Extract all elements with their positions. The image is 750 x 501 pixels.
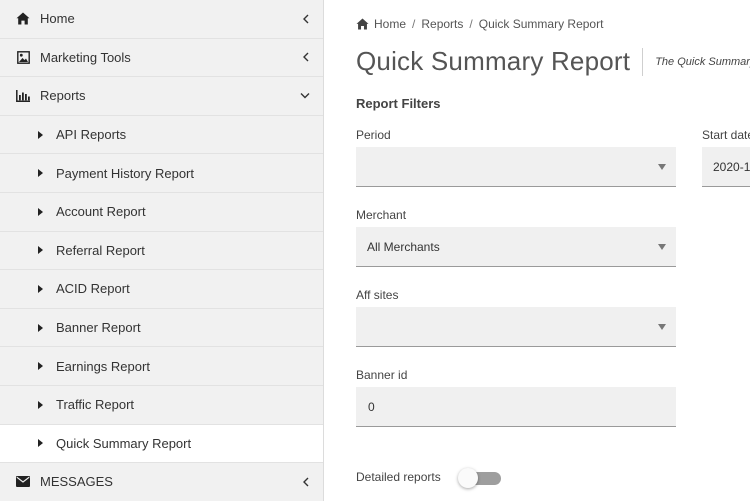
sidebar-item-earnings-report[interactable]: Earnings Report [0, 347, 323, 386]
sidebar-item-referral-report[interactable]: Referral Report [0, 232, 323, 271]
start-date-value: 2020-10 [713, 159, 750, 174]
merchant-select[interactable]: All Merchants [356, 227, 676, 267]
toggle-knob [458, 468, 478, 488]
dropdown-caret-icon [658, 163, 666, 170]
chevron-left-icon [300, 52, 310, 62]
dropdown-caret-icon [658, 243, 666, 250]
caret-right-icon [38, 439, 43, 448]
sidebar-item-home[interactable]: Home [0, 0, 323, 39]
main-content: Home / Reports / Quick Summary Report Qu… [325, 0, 750, 501]
detailed-reports-label: Detailed reports [356, 470, 441, 484]
merchant-value: All Merchants [367, 239, 440, 254]
caret-right-icon [38, 323, 43, 332]
title-row: Quick Summary Report The Quick Summary R… [356, 46, 750, 77]
breadcrumb-home-link[interactable]: Home [374, 17, 406, 31]
chevron-left-icon [300, 477, 310, 487]
sidebar-item-label: Marketing Tools [40, 49, 131, 65]
caret-right-icon [38, 246, 43, 255]
sidebar: Home Marketing Tools Reports API Reports… [0, 0, 324, 501]
breadcrumb-reports-link[interactable]: Reports [421, 17, 463, 31]
sidebar-item-label: Banner Report [56, 320, 141, 336]
chevron-left-icon [300, 14, 310, 24]
sidebar-item-label: Account Report [56, 204, 146, 220]
sidebar-item-messages[interactable]: MESSAGES [0, 463, 323, 501]
banner-id-value: 0 [368, 399, 375, 414]
sidebar-item-reports[interactable]: Reports [0, 77, 323, 116]
dropdown-caret-icon [658, 323, 666, 330]
detailed-reports-toggle[interactable] [458, 468, 506, 488]
bar-chart-icon [16, 89, 30, 103]
caret-right-icon [38, 400, 43, 409]
caret-right-icon [38, 207, 43, 216]
caret-right-icon [38, 284, 43, 293]
home-icon[interactable] [356, 18, 369, 30]
breadcrumb: Home / Reports / Quick Summary Report [356, 17, 603, 31]
aff-sites-label: Aff sites [356, 288, 399, 302]
report-filters-heading: Report Filters [356, 96, 441, 111]
sidebar-item-payment-history-report[interactable]: Payment History Report [0, 154, 323, 193]
sidebar-item-label: API Reports [56, 127, 127, 143]
period-select[interactable] [356, 147, 676, 187]
caret-right-icon [38, 130, 43, 139]
sidebar-item-label: Traffic Report [56, 397, 135, 413]
chevron-down-icon [300, 91, 310, 101]
sidebar-item-quick-summary-report[interactable]: Quick Summary Report [0, 424, 323, 464]
sidebar-item-traffic-report[interactable]: Traffic Report [0, 386, 323, 425]
sidebar-item-label: Payment History Report [56, 165, 194, 181]
caret-right-icon [38, 169, 43, 178]
start-date-label: Start date [702, 128, 750, 142]
sidebar-item-account-report[interactable]: Account Report [0, 193, 323, 232]
home-icon [16, 12, 30, 26]
sidebar-item-label: Earnings Report [56, 358, 150, 374]
sidebar-item-banner-report[interactable]: Banner Report [0, 309, 323, 348]
sidebar-item-label: MESSAGES [40, 474, 113, 490]
sidebar-item-api-reports[interactable]: API Reports [0, 116, 323, 155]
page-subtitle: The Quick Summary Repo [655, 55, 750, 68]
breadcrumb-separator: / [469, 17, 473, 31]
breadcrumb-separator: / [412, 17, 416, 31]
sidebar-item-label: Referral Report [56, 242, 145, 258]
sidebar-item-label: Reports [40, 88, 86, 104]
sidebar-item-label: Quick Summary Report [56, 435, 192, 451]
aff-sites-select[interactable] [356, 307, 676, 347]
banner-id-label: Banner id [356, 368, 408, 382]
sidebar-item-label: Home [40, 11, 75, 27]
title-divider [642, 47, 644, 76]
merchant-label: Merchant [356, 208, 407, 222]
banner-id-input[interactable]: 0 [356, 387, 676, 427]
envelope-icon [16, 475, 30, 489]
start-date-input[interactable]: 2020-10 [702, 147, 750, 187]
page-title: Quick Summary Report [356, 46, 631, 76]
sidebar-item-acid-report[interactable]: ACID Report [0, 270, 323, 309]
image-icon [16, 50, 30, 64]
sidebar-item-label: ACID Report [56, 281, 130, 297]
sidebar-item-marketing-tools[interactable]: Marketing Tools [0, 39, 323, 78]
period-label: Period [356, 128, 391, 142]
caret-right-icon [38, 362, 43, 371]
breadcrumb-current: Quick Summary Report [478, 17, 604, 31]
